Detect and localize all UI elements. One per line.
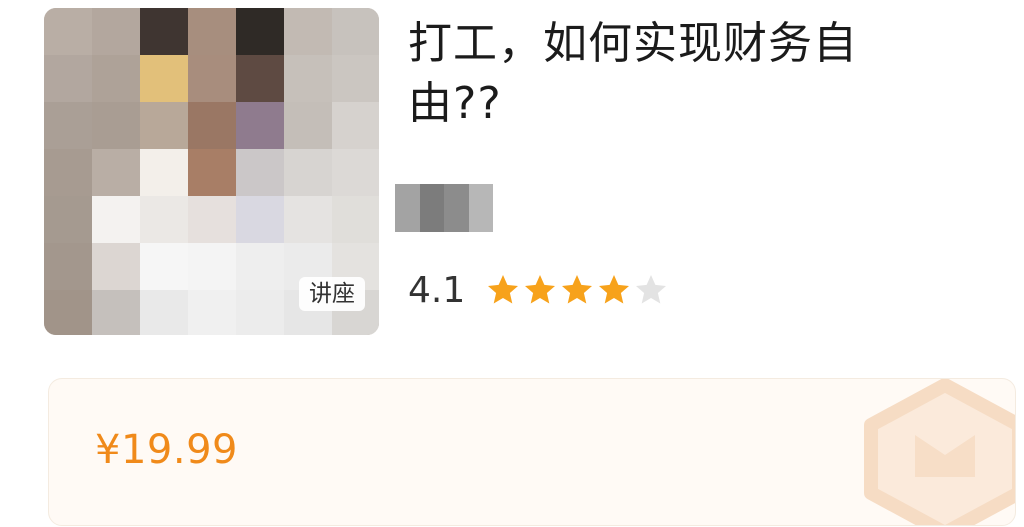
thumbnail-category-tag: 讲座: [299, 277, 365, 311]
rating-row: 4.1: [408, 266, 670, 314]
shield-badge-icon: [864, 379, 1015, 525]
price-card[interactable]: ¥19.99: [48, 378, 1016, 526]
star-icon-filled: [562, 275, 593, 304]
star-rating: [485, 272, 670, 308]
course-title[interactable]: 打工，如何实现财务自由??: [408, 14, 928, 134]
author-name-blurred: [395, 184, 493, 232]
star-icon-filled: [599, 275, 630, 304]
star-icon-filled: [525, 275, 556, 304]
price-label: ¥19.99: [95, 427, 238, 473]
course-thumbnail[interactable]: 讲座: [44, 8, 379, 335]
star-icon-empty: [636, 275, 667, 304]
star-icon-filled: [488, 275, 519, 304]
rating-score: 4.1: [408, 269, 466, 311]
